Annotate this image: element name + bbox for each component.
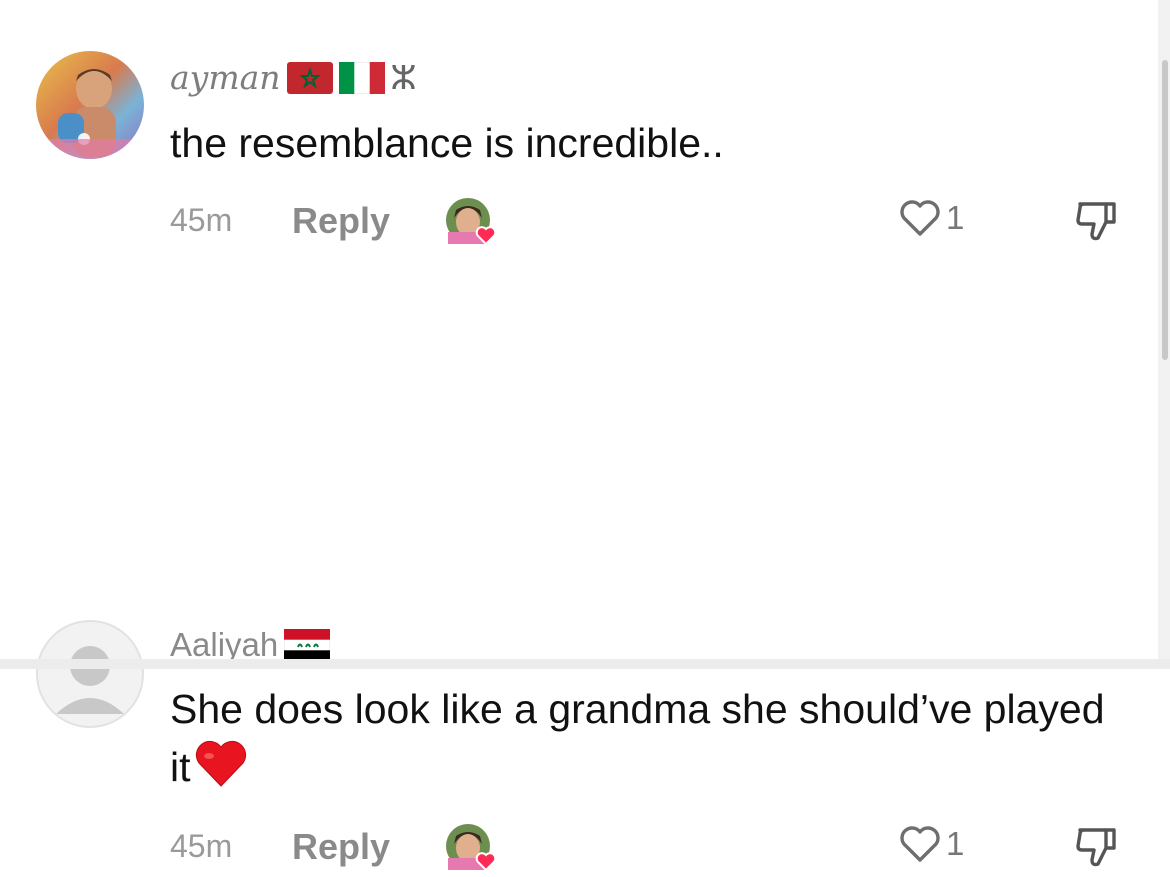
heart-emoji <box>193 739 249 804</box>
dislike-button[interactable] <box>1072 198 1120 247</box>
comment-text-body: She does look like a grandma she should’… <box>170 686 1105 790</box>
tifinagh-symbol: ⵣ <box>390 58 417 97</box>
username-text: ayman <box>170 58 281 97</box>
comment-item: Aaliyah She does look like a grandma she… <box>0 300 1150 872</box>
iraq-flag-icon <box>284 629 331 661</box>
default-avatar-icon[interactable] <box>36 620 144 728</box>
thumbs-down-icon <box>1076 828 1116 867</box>
comment-text: She does look like a grandma she should’… <box>170 680 1130 804</box>
morocco-flag-icon <box>286 61 333 94</box>
comment-actions: 45m Reply 1 <box>170 196 1130 246</box>
like-button[interactable]: 1 <box>898 824 964 864</box>
flag-group <box>284 629 331 661</box>
scroll-thumb[interactable] <box>1162 60 1168 360</box>
dislike-button[interactable] <box>1072 824 1120 873</box>
reply-button[interactable]: Reply <box>292 200 390 242</box>
avatar[interactable] <box>36 51 144 159</box>
like-count: 1 <box>946 199 965 236</box>
like-count: 1 <box>946 825 965 862</box>
like-button[interactable]: 1 <box>898 198 964 238</box>
username[interactable]: ayman ⵣ <box>170 58 417 97</box>
heart-outline-icon <box>900 200 940 236</box>
comment-text: the resemblance is incredible.. <box>170 120 724 166</box>
heart-outline-icon <box>900 826 940 862</box>
thumbs-down-icon <box>1076 202 1116 241</box>
creator-liked-badge <box>444 196 500 246</box>
creator-liked-badge <box>444 822 500 872</box>
reply-button[interactable]: Reply <box>292 826 390 868</box>
italy-flag-icon <box>338 61 385 94</box>
comment-item: ayman ⵣ the resemblance is incredible.. … <box>0 0 1150 290</box>
comment-actions: 45m Reply 1 <box>170 822 1130 872</box>
flag-group <box>286 61 385 94</box>
divider <box>0 659 1170 669</box>
timestamp: 45m <box>170 828 233 864</box>
timestamp: 45m <box>170 202 233 238</box>
scrollbar[interactable] <box>1158 0 1170 669</box>
